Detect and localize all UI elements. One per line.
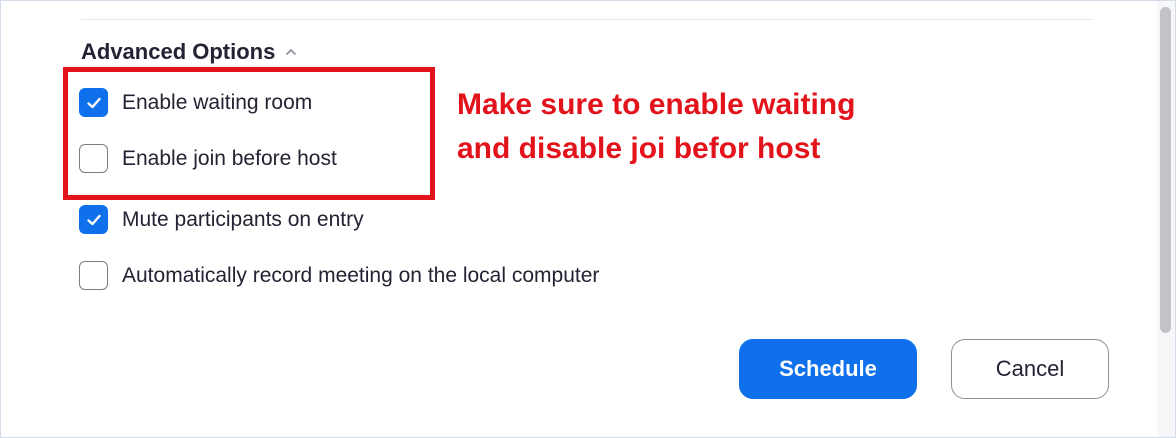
option-mute-participants[interactable]: Mute participants on entry [79,205,364,234]
annotation-highlight-box [63,67,435,200]
waiting-room-checkbox[interactable] [79,88,108,117]
annotation-line-2: and disable joi befor host [457,132,821,165]
scrollbar-track[interactable] [1157,1,1175,437]
auto-record-checkbox[interactable] [79,261,108,290]
option-enable-waiting-room[interactable]: Enable waiting room [79,88,312,117]
join-before-host-checkbox[interactable] [79,144,108,173]
annotation-text: Make sure to enable waiting and disable … [457,83,855,171]
scrollbar-thumb[interactable] [1160,7,1171,333]
cancel-button[interactable]: Cancel [951,339,1109,399]
checkmark-icon [86,214,101,225]
mute-participants-checkbox[interactable] [79,205,108,234]
schedule-button[interactable]: Schedule [739,339,917,399]
advanced-options-header[interactable]: Advanced Options [81,39,297,65]
advanced-options-title: Advanced Options [81,39,276,64]
section-divider [81,19,1093,20]
chevron-up-icon[interactable] [285,46,297,58]
option-label: Mute participants on entry [122,207,364,231]
option-label: Enable waiting room [122,90,313,114]
option-label: Automatically record meeting on the loca… [122,263,600,287]
option-enable-join-before-host[interactable]: Enable join before host [79,144,337,173]
option-label: Enable join before host [122,146,337,170]
checkmark-icon [86,97,101,108]
schedule-meeting-panel: Advanced Options Enable waiting room Ena… [0,0,1176,438]
annotation-line-1: Make sure to enable waiting [457,88,856,121]
option-auto-record[interactable]: Automatically record meeting on the loca… [79,261,599,290]
